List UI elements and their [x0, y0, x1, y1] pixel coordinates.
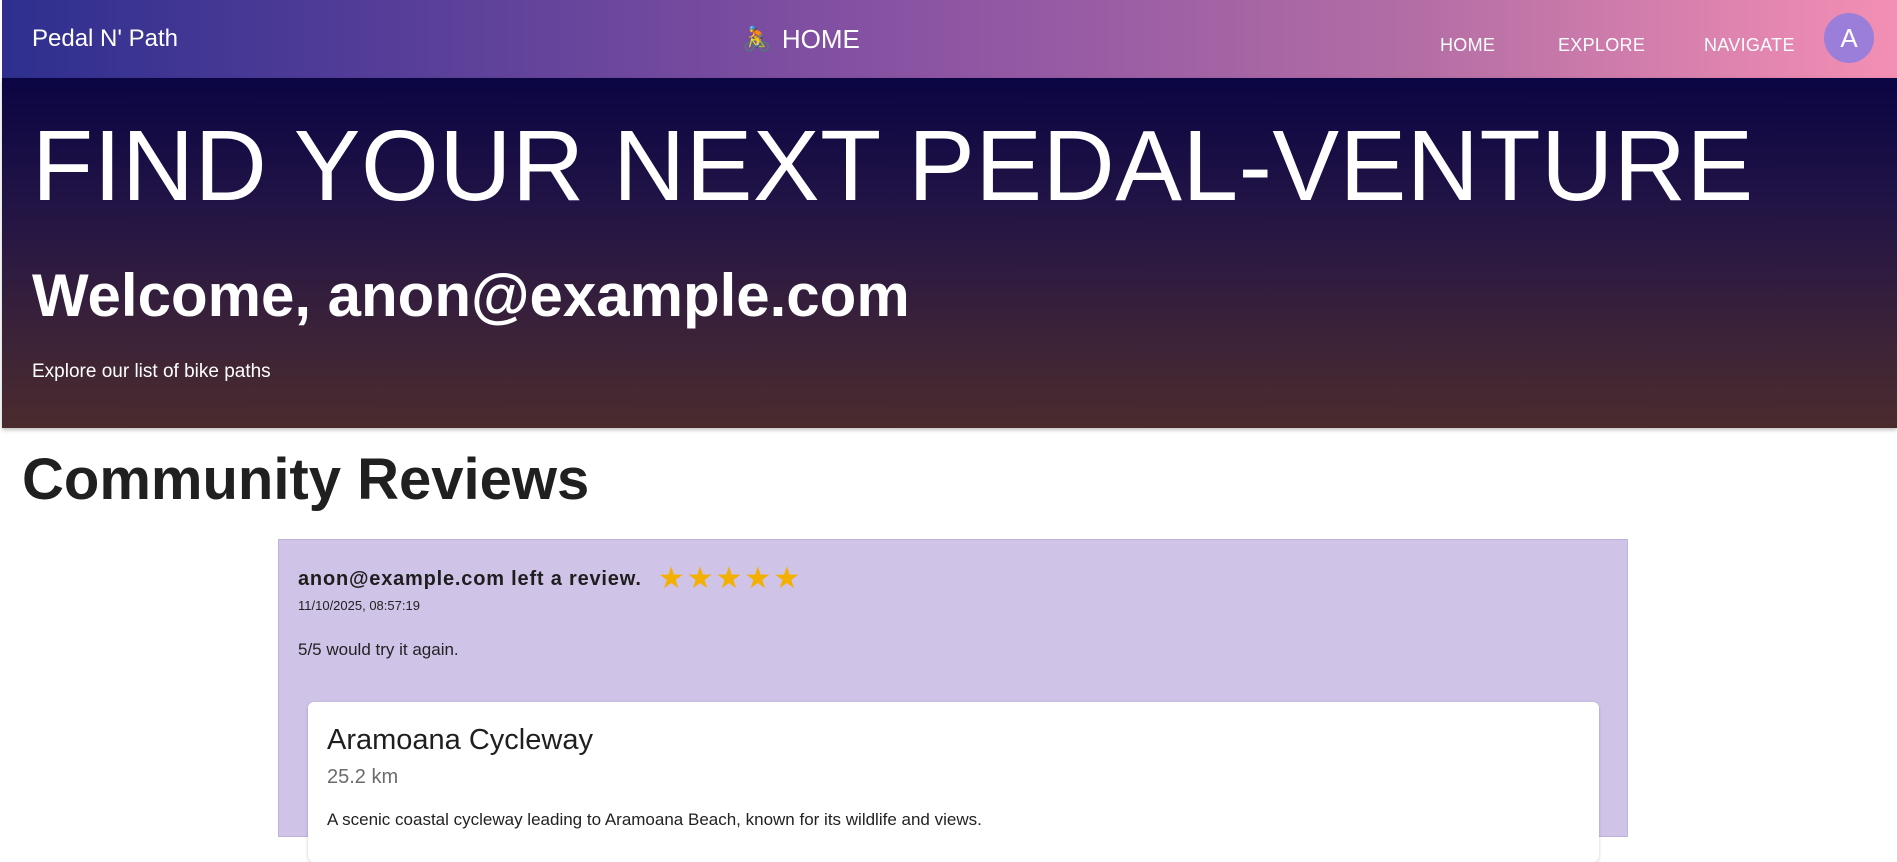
welcome-message: Welcome, anon@example.com — [32, 262, 910, 329]
star-icon: ★ — [657, 562, 685, 595]
review-text: 5/5 would try it again. — [298, 640, 459, 659]
path-name: Aramoana Cycleway — [327, 724, 593, 756]
nav-home-button[interactable]: HOME — [1440, 27, 1495, 64]
review-author-line: anon@example.com left a review. — [298, 567, 642, 590]
hero-banner: FIND YOUR NEXT PEDAL-VENTURE Welcome, an… — [2, 78, 1897, 428]
community-reviews-heading: Community Reviews — [22, 447, 590, 512]
review-timestamp: 11/10/2025, 08:57:19 — [298, 598, 420, 613]
bicycle-icon: 🚴 — [742, 25, 772, 53]
nav-navigate-button[interactable]: NAVIGATE — [1704, 27, 1795, 64]
star-icon: ★ — [773, 562, 801, 595]
star-icon: ★ — [744, 562, 772, 595]
current-page-label: HOME — [781, 23, 860, 54]
path-description: A scenic coastal cycleway leading to Ara… — [327, 810, 982, 829]
review-header: anon@example.com left a review. ★ ★ ★ ★ ★ — [298, 564, 802, 594]
star-icon: ★ — [715, 562, 743, 595]
user-avatar[interactable]: A — [1824, 13, 1874, 63]
star-icon: ★ — [686, 562, 714, 595]
review-card: anon@example.com left a review. ★ ★ ★ ★ ★ 11… — [278, 539, 1628, 862]
brand-title[interactable]: Pedal N' Path — [32, 25, 178, 53]
star-rating: ★ ★ ★ ★ ★ — [658, 564, 803, 594]
current-page-indicator: 🚴 HOME — [742, 0, 860, 78]
app-bar: Pedal N' Path 🚴 HOME HOME EXPLORE NAVIGA… — [2, 0, 1897, 78]
nav-explore-button[interactable]: EXPLORE — [1558, 27, 1645, 64]
path-distance: 25.2 km — [327, 766, 399, 788]
hero-title: FIND YOUR NEXT PEDAL-VENTURE — [32, 110, 1754, 222]
hero-subtitle: Explore our list of bike paths — [32, 361, 271, 382]
bike-path-card[interactable]: Aramoana Cycleway 25.2 km A scenic coast… — [308, 702, 1599, 862]
